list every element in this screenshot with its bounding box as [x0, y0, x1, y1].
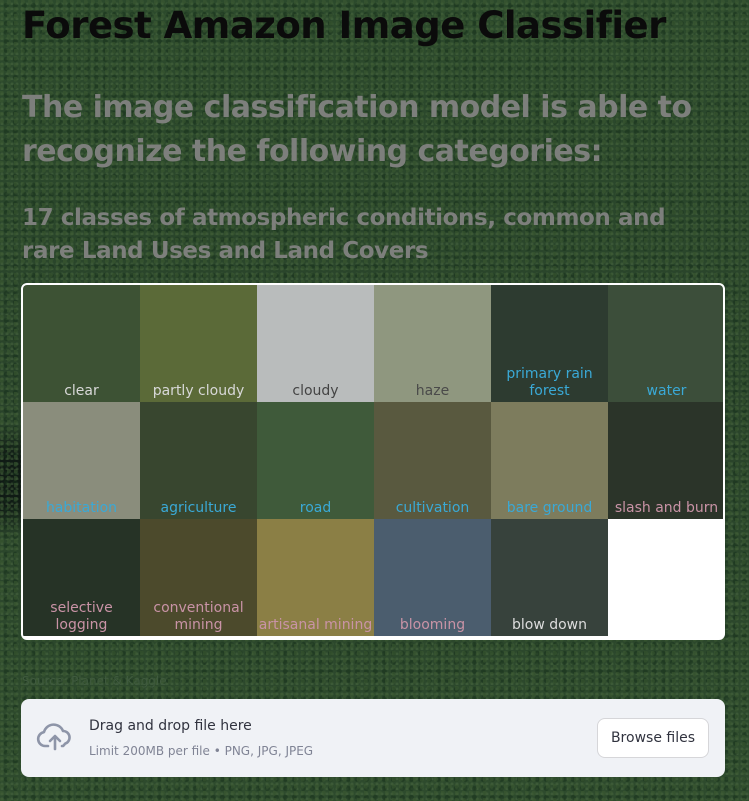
cloud-upload-icon — [36, 722, 74, 754]
category-tile-artisanal-mining: artisanal mining — [257, 519, 374, 636]
drop-instructions: Drag and drop file here — [89, 718, 252, 734]
category-tile-empty — [608, 519, 723, 636]
categories-image: clear partly cloudy cloudy haze primary … — [21, 283, 725, 640]
category-tile-clear: clear — [23, 285, 140, 402]
category-tile-slash-and-burn: slash and burn — [608, 402, 723, 519]
category-tile-blow-down: blow down — [491, 519, 608, 636]
category-tile-road: road — [257, 402, 374, 519]
category-label: road — [299, 500, 332, 516]
category-tile-agriculture: agriculture — [140, 402, 257, 519]
category-tile-haze: haze — [374, 285, 491, 402]
category-tile-selective-logging: selective logging — [23, 519, 140, 636]
category-label: clear — [64, 383, 99, 399]
browse-files-button[interactable]: Browse files — [596, 718, 709, 758]
category-tile-conventional-mining: conventional mining — [140, 519, 257, 636]
file-uploader[interactable]: Drag and drop file here Limit 200MB per … — [21, 699, 725, 777]
category-label: bare ground — [506, 500, 593, 516]
category-label: artisanal mining — [258, 617, 373, 633]
category-label: partly cloudy — [152, 383, 245, 399]
category-label: blow down — [511, 617, 588, 633]
category-label: cultivation — [395, 500, 470, 516]
categories-grid: clear partly cloudy cloudy haze primary … — [23, 285, 723, 636]
category-label: primary rain forest — [506, 366, 593, 399]
classes-description: 17 classes of atmospheric conditions, co… — [22, 205, 666, 264]
category-label: agriculture — [160, 500, 237, 516]
category-label: haze — [415, 383, 450, 399]
category-tile-cultivation: cultivation — [374, 402, 491, 519]
category-label: blooming — [399, 617, 466, 633]
category-label: conventional mining — [153, 600, 244, 633]
page-title: Forest Amazon Image Classifier — [22, 4, 666, 47]
page-subtitle: The image classification model is able t… — [22, 90, 692, 169]
category-label: habitation — [45, 500, 118, 516]
category-label: selective logging — [50, 600, 113, 633]
image-caption: Source: Planet & Kaggle — [22, 674, 167, 688]
category-tile-cloudy: cloudy — [257, 285, 374, 402]
category-tile-primary-rain-forest: primary rain forest — [491, 285, 608, 402]
category-tile-water: water — [608, 285, 723, 402]
category-label: water — [646, 383, 687, 399]
file-limit-text: Limit 200MB per file • PNG, JPG, JPEG — [89, 744, 314, 758]
category-tile-bare-ground: bare ground — [491, 402, 608, 519]
category-label: slash and burn — [614, 500, 719, 516]
category-label: cloudy — [292, 383, 339, 399]
category-tile-habitation: habitation — [23, 402, 140, 519]
category-tile-partly-cloudy: partly cloudy — [140, 285, 257, 402]
category-tile-blooming: blooming — [374, 519, 491, 636]
